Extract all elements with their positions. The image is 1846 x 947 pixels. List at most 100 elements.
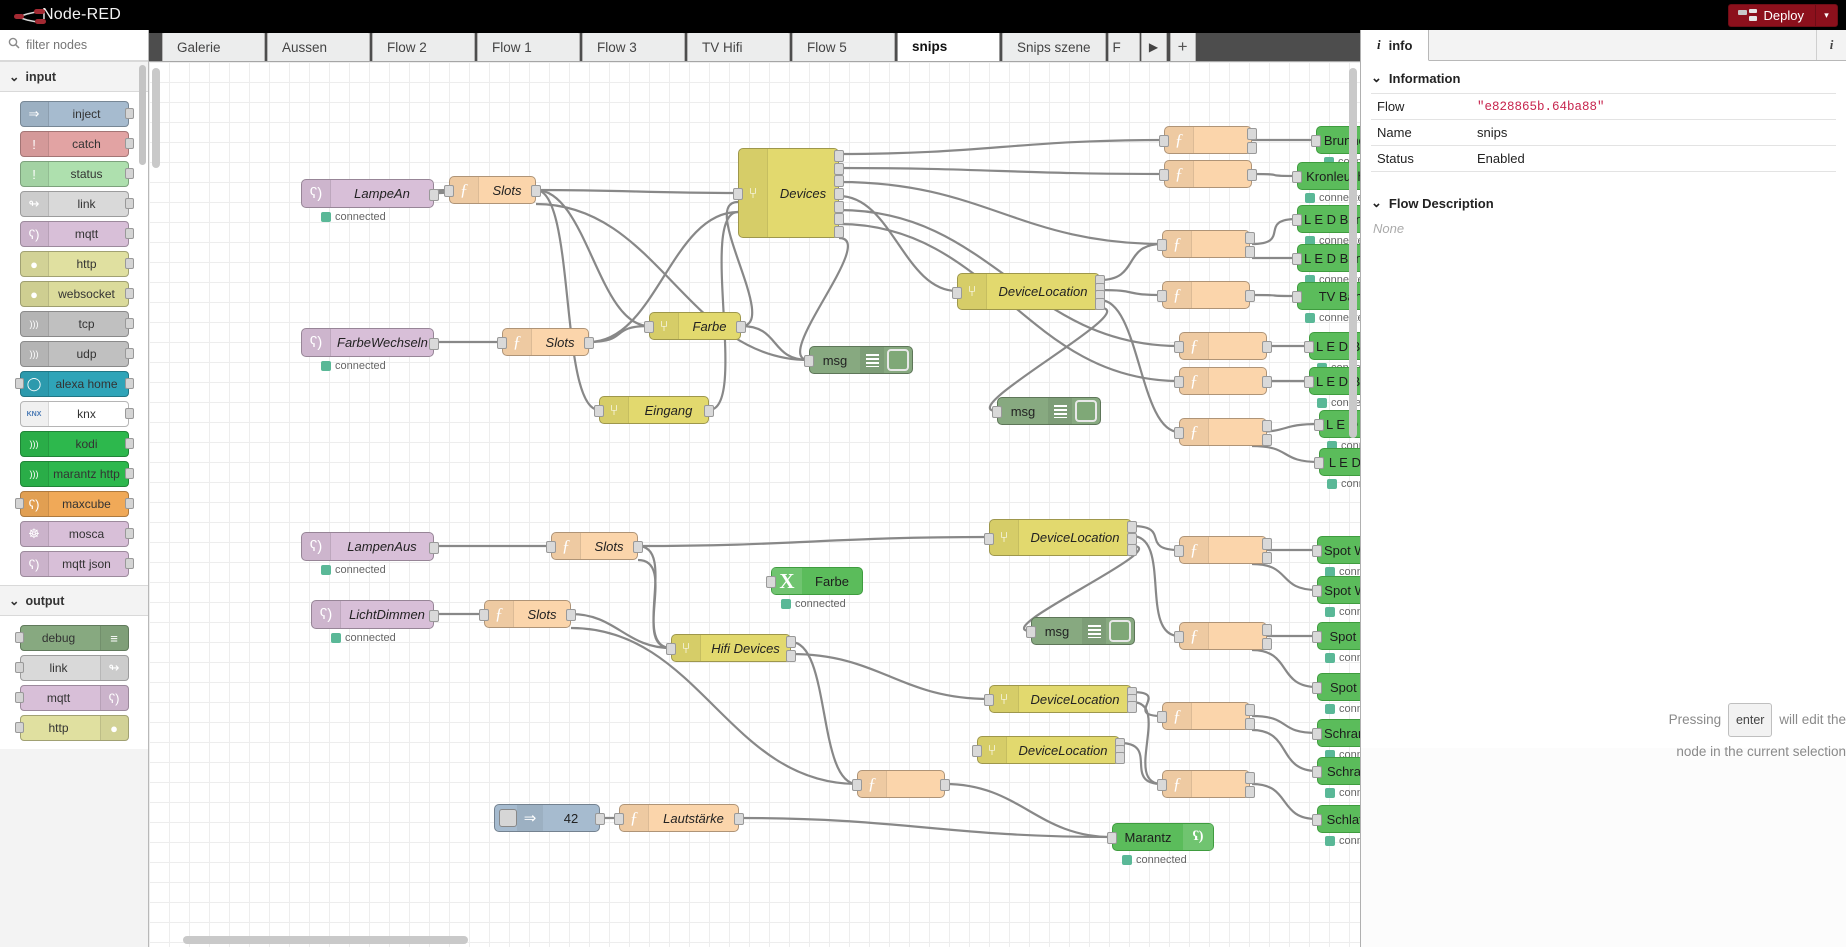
output-port-7[interactable] xyxy=(834,226,844,238)
flow-node-devloc4[interactable]: ⑂ DeviceLocation xyxy=(972,736,1125,764)
tab-snips-szene[interactable]: Snips szene xyxy=(1002,32,1106,61)
palette-node-udp[interactable]: ))) udp xyxy=(19,341,134,367)
add-tab-button[interactable]: + xyxy=(1169,32,1196,61)
input-port[interactable] xyxy=(1107,832,1117,844)
output-port-1[interactable] xyxy=(1247,169,1257,181)
input-port[interactable] xyxy=(984,532,994,545)
output-port-1[interactable] xyxy=(1247,128,1257,140)
output-port-1[interactable] xyxy=(531,185,541,197)
flow-node-slots1[interactable]: ƒ Slots xyxy=(444,176,541,204)
input-port[interactable] xyxy=(497,337,507,349)
output-port-3[interactable] xyxy=(1127,544,1137,556)
flow-node-output-spot-wohnen-w[interactable]: Spot Wohnen WX xyxy=(1312,576,1360,604)
palette-node-maxcube[interactable]: ʕ) maxcube xyxy=(14,491,134,517)
deploy-control[interactable]: Deploy ▾ xyxy=(1727,4,1838,27)
input-port[interactable] xyxy=(1174,376,1184,388)
flow-node-output-schrank-küche-w[interactable]: Schrank Küche WX xyxy=(1312,757,1360,785)
flow-node-msg2[interactable]: msg xyxy=(992,397,1101,425)
input-port[interactable] xyxy=(1312,682,1322,694)
flow-node-function-12[interactable]: ƒ xyxy=(852,770,950,798)
output-port-1[interactable] xyxy=(429,541,439,554)
flow-node-function-7[interactable]: ƒ xyxy=(1174,418,1272,446)
palette-filter-row[interactable] xyxy=(0,30,148,61)
search-input[interactable] xyxy=(26,38,140,52)
flow-node-function-8[interactable]: ƒ xyxy=(1174,536,1272,564)
output-port-4[interactable] xyxy=(834,188,844,200)
output-port-2[interactable] xyxy=(1262,434,1272,446)
flow-node-function-2[interactable]: ƒ xyxy=(1159,160,1257,188)
flow-tabbar[interactable]: Galerie Aussen Flow 2 Flow 1 Flow 3 TV Hifi Fl… xyxy=(149,30,1360,62)
flow-node-devices[interactable]: ⑂ Devices xyxy=(733,148,844,238)
tab-snips[interactable]: snips xyxy=(897,31,1000,61)
tab-flow-3[interactable]: Flow 3 xyxy=(582,32,685,61)
flow-node-injnum[interactable]: ⇒ 42 xyxy=(494,804,605,832)
input-port[interactable] xyxy=(1174,427,1184,439)
output-port-2[interactable] xyxy=(1262,552,1272,564)
input-port[interactable] xyxy=(766,576,776,588)
inject-button[interactable] xyxy=(499,809,517,827)
palette-node-http[interactable]: ● http xyxy=(19,251,134,277)
input-port[interactable] xyxy=(666,643,676,655)
information-section-header[interactable]: ⌄ Information xyxy=(1361,61,1846,90)
palette-node-link[interactable]: ↬ link xyxy=(19,191,134,217)
input-port[interactable] xyxy=(1026,626,1036,638)
output-port-2[interactable] xyxy=(1262,638,1272,650)
input-port[interactable] xyxy=(972,745,982,757)
output-port-1[interactable] xyxy=(736,321,746,333)
deploy-dropdown-toggle[interactable]: ▾ xyxy=(1815,4,1838,27)
flow-node-msg1[interactable]: msg xyxy=(804,346,913,374)
output-port-1[interactable] xyxy=(633,541,643,553)
input-port[interactable] xyxy=(1312,631,1322,643)
input-port[interactable] xyxy=(1157,290,1167,302)
palette-node-catch[interactable]: ! catch xyxy=(19,131,134,157)
debug-toggle-button[interactable] xyxy=(887,349,909,371)
palette-category-input[interactable]: ⌄ input xyxy=(0,61,148,92)
input-port[interactable] xyxy=(984,694,994,706)
output-port-1[interactable] xyxy=(429,337,439,350)
output-port-1[interactable] xyxy=(940,779,950,791)
input-port[interactable] xyxy=(1292,253,1302,265)
output-port-5[interactable] xyxy=(834,200,844,213)
output-port-3[interactable] xyxy=(1127,701,1137,713)
input-port[interactable] xyxy=(1312,585,1322,597)
output-port-2[interactable] xyxy=(1245,246,1255,258)
palette-node-inject[interactable]: ⇒ inject xyxy=(19,101,134,127)
flow-node-function-9[interactable]: ƒ xyxy=(1174,622,1272,650)
tab-flow-1[interactable]: Flow 1 xyxy=(477,32,580,61)
debug-toggle-button[interactable] xyxy=(1075,400,1097,422)
flow-node-lautst[interactable]: ƒ Lautstärke xyxy=(614,804,744,832)
flow-node-function-5[interactable]: ƒ xyxy=(1174,332,1272,360)
palette-node-mosca[interactable]: ☸ mosca xyxy=(19,521,134,547)
palette-scroll-area[interactable]: ⌄ input ⇒ inject! catch! status ↬ link ʕ) mqtt ● ht… xyxy=(0,61,148,947)
input-port[interactable] xyxy=(1157,239,1167,251)
input-port[interactable] xyxy=(733,188,743,200)
palette-node-kodi[interactable]: ))) kodi xyxy=(19,431,134,457)
flow-node-function-4[interactable]: ƒ xyxy=(1157,281,1255,309)
canvas-left-scrollbar[interactable] xyxy=(152,68,160,168)
input-port[interactable] xyxy=(1292,214,1302,226)
input-port[interactable] xyxy=(1157,779,1167,791)
palette-node-status[interactable]: ! status xyxy=(19,161,134,187)
flow-canvas[interactable]: ʕ) LampeAn connected ƒ Slots ⑂ Devices ʕ) FarbeW… xyxy=(149,62,1360,947)
input-port[interactable] xyxy=(952,286,962,299)
input-port[interactable] xyxy=(1311,135,1321,147)
output-port-1[interactable] xyxy=(429,188,439,201)
tab-galerie[interactable]: Galerie xyxy=(162,32,265,61)
input-port[interactable] xyxy=(1159,135,1169,147)
output-port-3[interactable] xyxy=(834,175,844,188)
output-port-2[interactable] xyxy=(786,650,796,662)
output-port-2[interactable] xyxy=(1245,718,1255,730)
output-port-1[interactable] xyxy=(704,405,714,417)
flow-node-slots2[interactable]: ƒ Slots xyxy=(497,328,594,356)
output-port-4[interactable] xyxy=(1095,298,1105,310)
output-port-1[interactable] xyxy=(1245,704,1255,716)
flow-node-function-10[interactable]: ƒ xyxy=(1157,702,1255,730)
flow-node-output-schlafen-leuchter[interactable]: Schlafen LeuchterX xyxy=(1312,805,1360,833)
input-port[interactable] xyxy=(1304,376,1314,388)
palette-category-output[interactable]: ⌄ output xyxy=(0,585,148,616)
tab-tv-hifi[interactable]: TV Hifi xyxy=(687,32,790,61)
canvas-vertical-scrollbar[interactable] xyxy=(1349,68,1357,438)
flow-node-lampean[interactable]: ʕ) LampeAn xyxy=(301,179,439,208)
output-port-1[interactable] xyxy=(1262,341,1272,353)
canvas-horizontal-scrollbar[interactable] xyxy=(183,936,468,944)
